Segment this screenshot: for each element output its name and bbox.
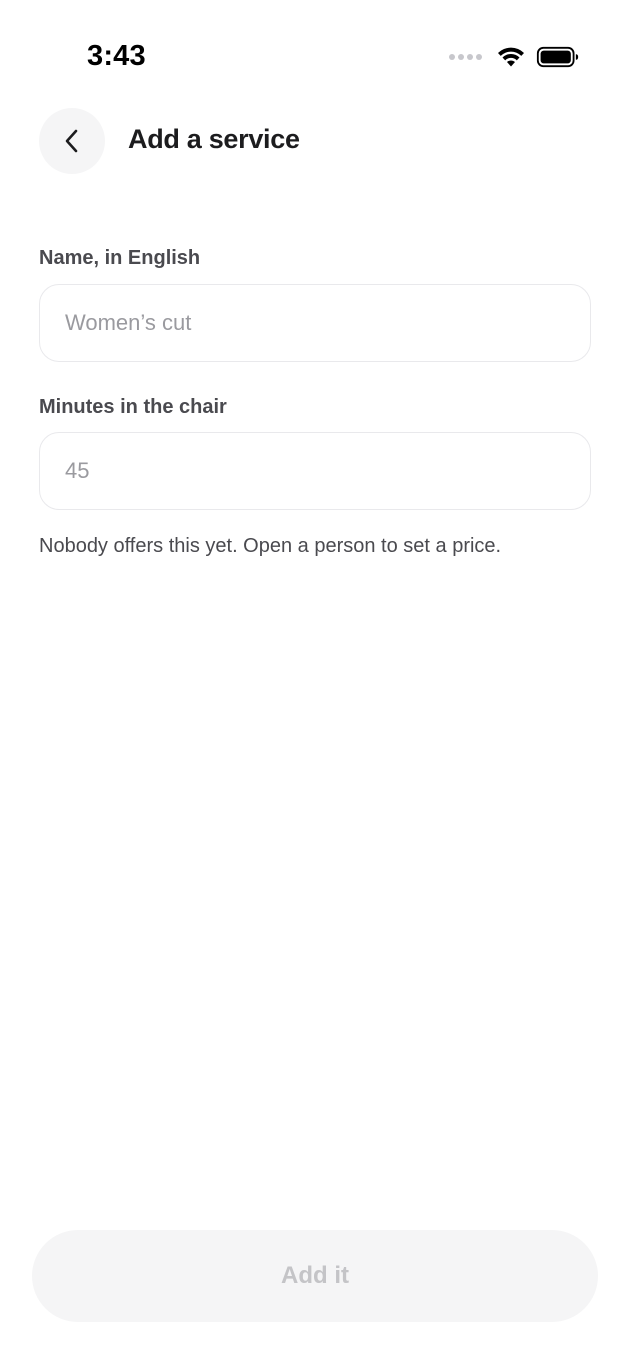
name-input[interactable] bbox=[39, 284, 591, 362]
status-icons bbox=[449, 44, 580, 70]
helper-text: Nobody offers this yet. Open a person to… bbox=[39, 535, 502, 557]
page-title: Add a service bbox=[128, 124, 300, 154]
add-service-screen: 3:43 Add a service Name, in English Mi bbox=[0, 0, 630, 1368]
back-button[interactable] bbox=[39, 108, 105, 174]
status-time: 3:43 bbox=[87, 40, 146, 72]
wifi-icon bbox=[498, 47, 524, 67]
name-field-label: Name, in English bbox=[39, 247, 201, 269]
add-it-button[interactable]: Add it bbox=[32, 1230, 598, 1322]
minutes-field-label: Minutes in the chair bbox=[39, 396, 227, 418]
status-bar: 3:43 bbox=[0, 0, 630, 100]
battery-icon bbox=[536, 46, 579, 68]
chevron-left-icon bbox=[65, 129, 78, 153]
minutes-input[interactable] bbox=[39, 432, 591, 510]
cellular-signal-icon bbox=[449, 54, 482, 60]
